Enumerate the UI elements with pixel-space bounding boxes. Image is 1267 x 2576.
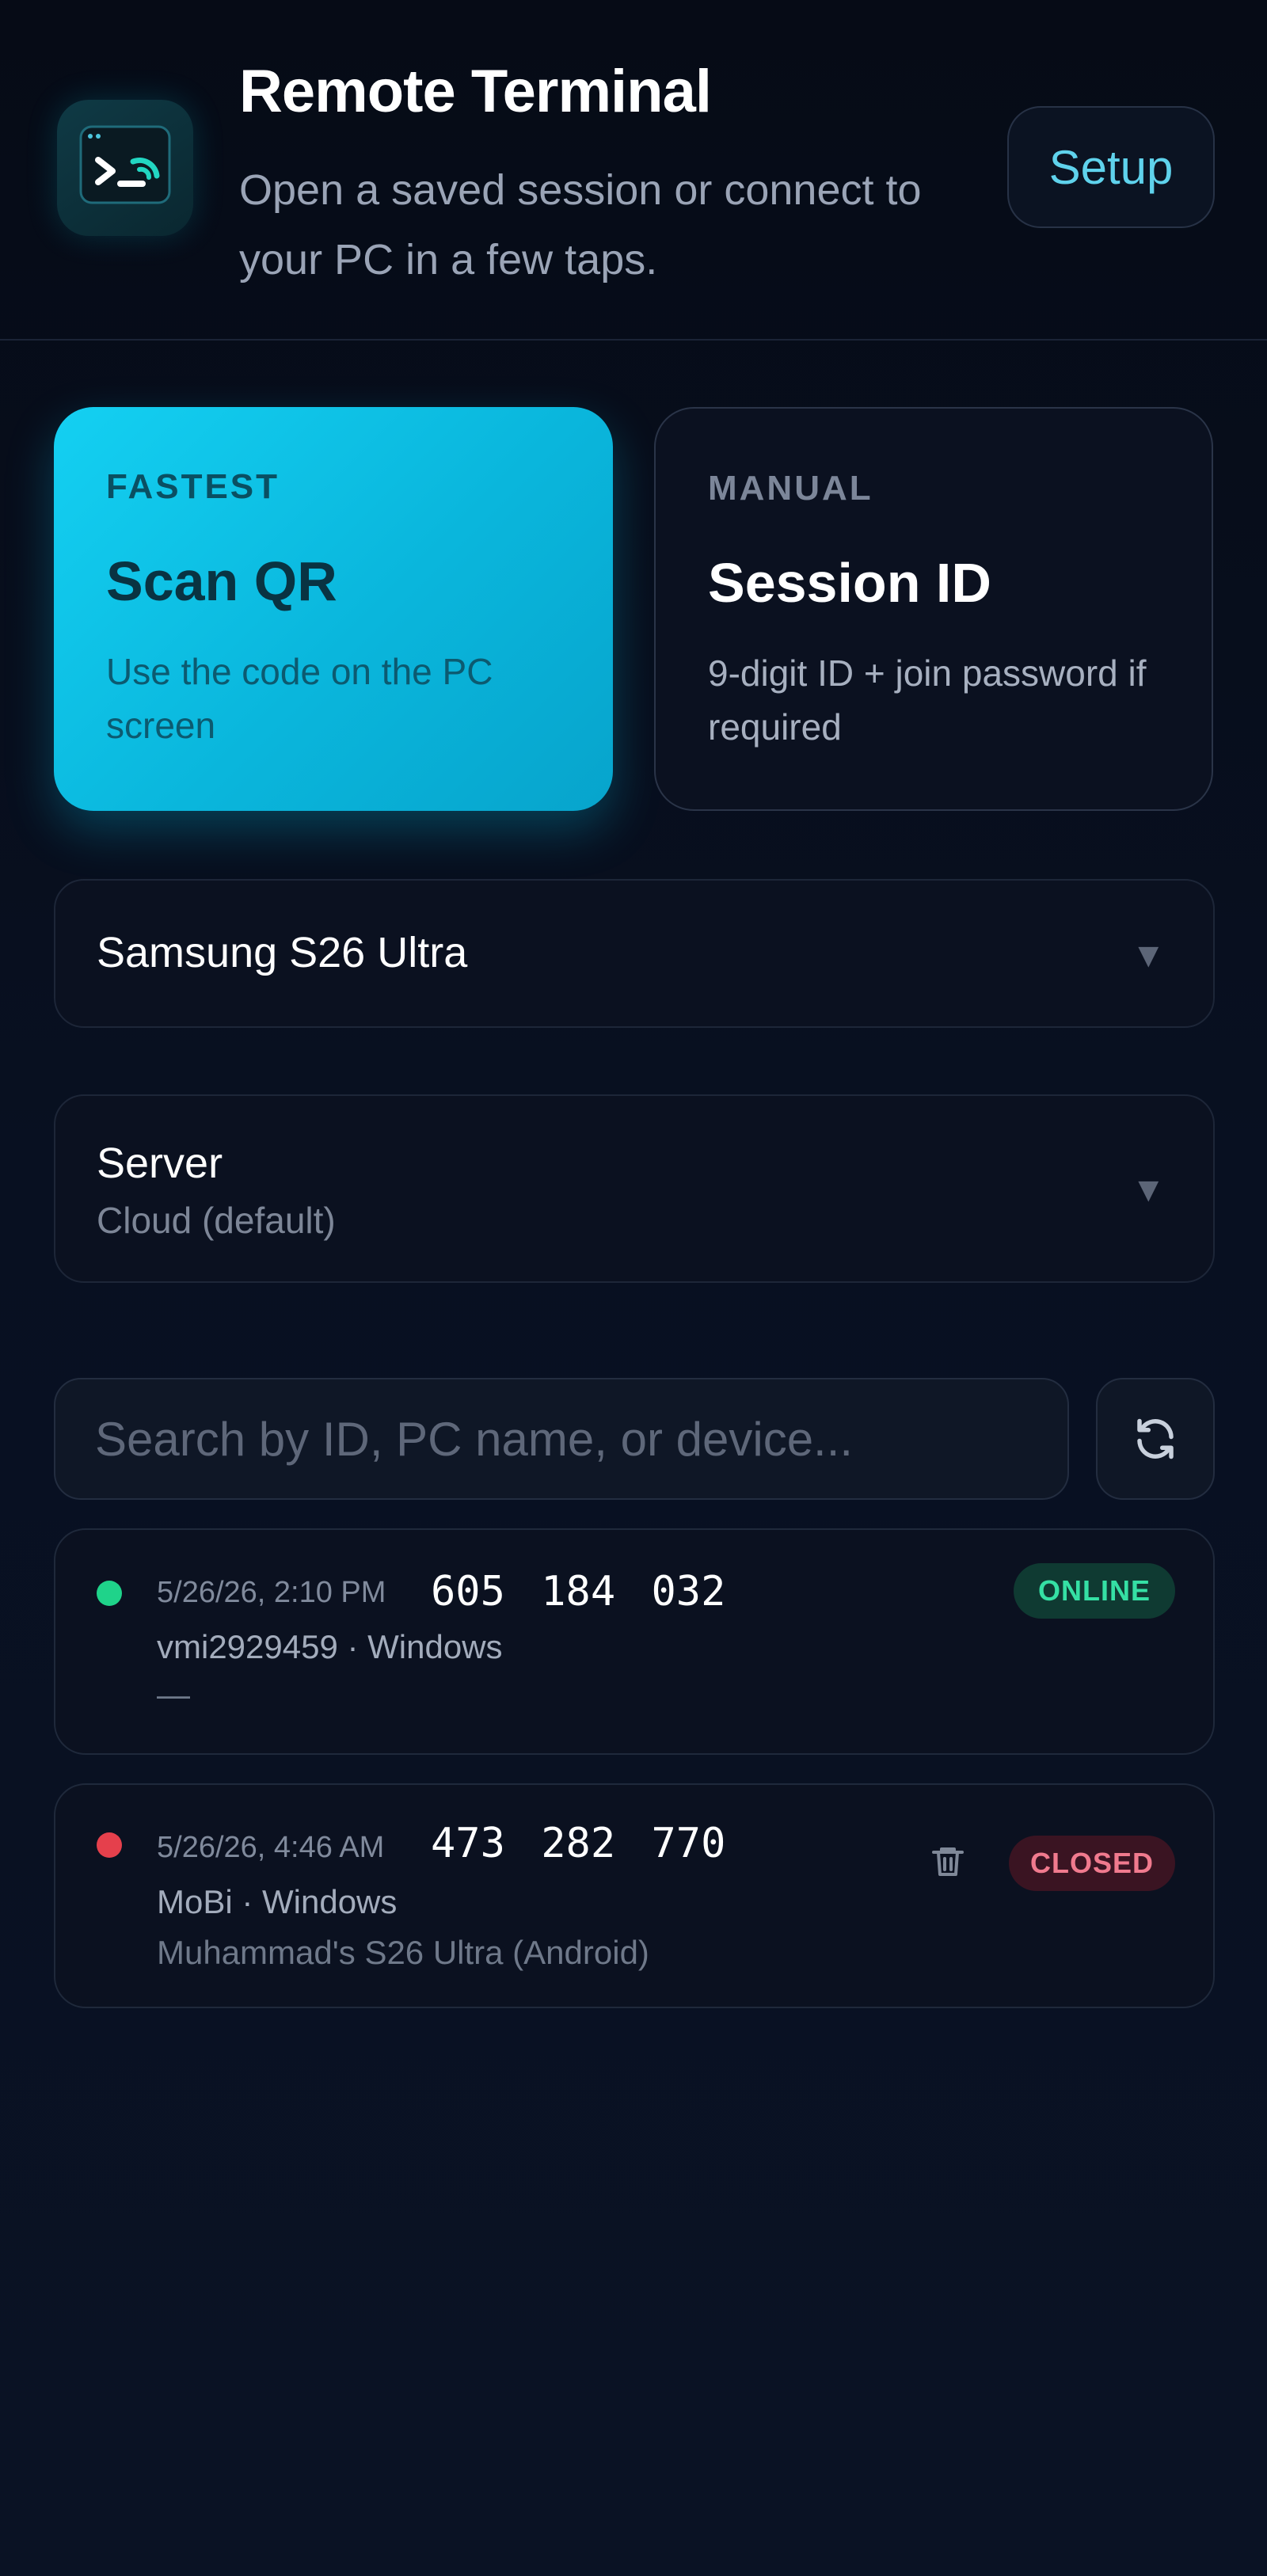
status-dot-online [97, 1581, 122, 1606]
delete-session-button[interactable] [920, 1834, 976, 1889]
session-id-card[interactable]: MANUAL Session ID 9-digit ID + join pass… [654, 407, 1213, 811]
setup-button[interactable]: Setup [1007, 106, 1215, 228]
app-title: Remote Terminal [239, 58, 712, 125]
session-device: Muhammad's S26 Ultra (Android) [157, 1934, 649, 1971]
app-header: Remote Terminal Open a saved session or … [0, 0, 1267, 341]
status-badge: CLOSED [1009, 1836, 1175, 1891]
refresh-button[interactable] [1096, 1378, 1215, 1500]
device-select-value: Samsung S26 Ultra [97, 929, 468, 976]
app-subtitle: Open a saved session or connect to your … [239, 166, 922, 283]
session-host: vmi2929459 · Windows [157, 1628, 503, 1665]
server-select[interactable]: Server Cloud (default) ▼ [54, 1094, 1215, 1283]
server-select-label: Server [97, 1140, 223, 1187]
session-id-kicker: MANUAL [708, 469, 873, 508]
session-id: 473 282 770 [431, 1820, 726, 1867]
scan-qr-title: Scan QR [106, 550, 337, 612]
session-id-title: Session ID [708, 552, 991, 614]
session-device: — [157, 1676, 190, 1713]
status-dot-closed [97, 1832, 122, 1858]
search-input[interactable] [54, 1378, 1069, 1500]
chevron-down-icon: ▼ [1131, 1170, 1166, 1209]
session-id-description: 9-digit ID + join password if required [708, 653, 1147, 748]
session-id: 605 184 032 [431, 1568, 726, 1615]
session-row[interactable]: 5/26/26, 4:46 AM 473 282 770 MoBi · Wind… [54, 1783, 1215, 2008]
trash-icon [932, 1847, 964, 1876]
server-select-value: Cloud (default) [97, 1200, 336, 1241]
session-timestamp: 5/26/26, 4:46 AM [157, 1831, 385, 1864]
scan-qr-card[interactable]: FASTEST Scan QR Use the code on the PC s… [54, 407, 613, 811]
status-badge: ONLINE [1014, 1563, 1175, 1619]
scan-qr-kicker: FASTEST [106, 467, 280, 506]
scan-qr-description: Use the code on the PC screen [106, 651, 493, 746]
refresh-icon [1137, 1418, 1174, 1459]
session-timestamp: 5/26/26, 2:10 PM [157, 1576, 386, 1609]
terminal-prompt-icon [57, 100, 193, 236]
session-host: MoBi · Windows [157, 1883, 398, 1920]
session-row[interactable]: 5/26/26, 2:10 PM 605 184 032 vmi2929459 … [54, 1528, 1215, 1755]
chevron-down-icon: ▼ [1131, 936, 1166, 975]
device-select[interactable]: Samsung S26 Ultra ▼ [54, 879, 1215, 1028]
